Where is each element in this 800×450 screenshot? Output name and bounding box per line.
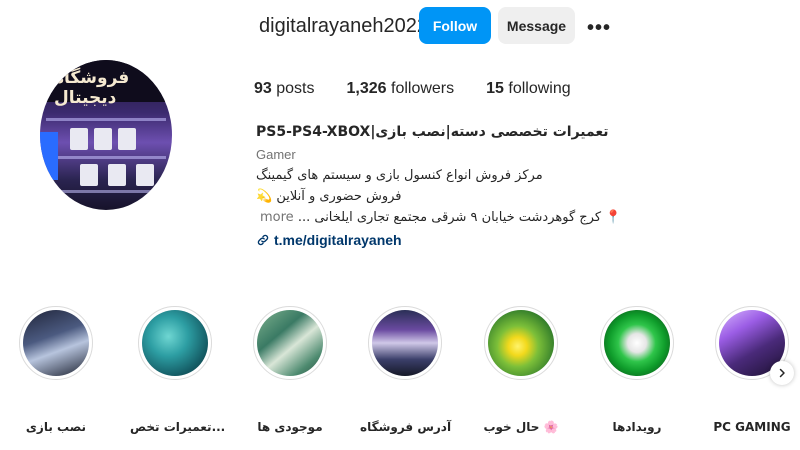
highlight-label: PC GAMING [713,420,791,434]
avatar-sign-text: فروشگاه دیجیتال [54,68,130,108]
bio-line: مرکز فروش انواع کنسول بازی و سیستم های گ… [256,168,543,183]
highlight-item[interactable]: موجودی ها [245,306,335,434]
bio-line-text: فروش حضوری و آنلاین [276,189,402,204]
posts-stat: 93 posts [254,80,315,98]
following-count: 15 [486,80,504,97]
posts-label: posts [276,80,315,97]
highlight-thumb [23,310,89,376]
avatar-console-box [136,164,154,186]
highlight-ring [368,306,442,380]
highlight-ring [600,306,674,380]
highlight-ring [253,306,327,380]
following-label: following [508,80,571,97]
highlight-label: رویدادها [612,420,662,434]
highlight-item[interactable]: حال خوب 🌸 [476,306,566,434]
message-button[interactable]: Message [498,7,575,44]
more-options-icon[interactable]: ••• [587,17,611,40]
bio-line: 📍 کرج گوهردشت خیابان ۹ شرقی مجتمع تجاری … [256,210,621,225]
highlight-label: تعمیرات تخص... [130,420,226,434]
bio-more-link[interactable]: more [260,210,294,225]
highlight-thumb [257,310,323,376]
highlights-next-button[interactable] [770,361,794,385]
bio-line: فروش حضوری و آنلاین 💫 [256,189,402,204]
followers-count: 1,326 [346,80,387,97]
highlight-label: حال خوب 🌸 [483,420,559,434]
highlight-label: موجودی ها [257,420,323,434]
followers-stat[interactable]: 1,326 followers [347,80,455,98]
avatar-shelf [46,118,166,121]
bio-line-text: کرج گوهردشت خیابان ۹ شرقی مجتمع تجاری ای… [297,210,602,225]
avatar-console-box [70,128,88,150]
profile-avatar[interactable]: فروشگاه دیجیتال [40,60,172,210]
highlight-item[interactable]: نصب بازی [11,306,101,434]
highlight-thumb [142,310,208,376]
story-highlights: نصب بازی تعمیرات تخص... موجودی ها آدرس ف… [0,306,800,446]
highlight-label: آدرس فروشگاه [360,420,452,434]
location-pin-icon: 📍 [605,210,622,225]
highlight-item[interactable]: آدرس فروشگاه [360,306,452,434]
link-icon [257,234,269,246]
bio-link[interactable]: t.me/digitalrayaneh [256,232,402,248]
follow-button[interactable]: Follow [419,7,491,44]
profile-stats: 93 posts 1,326 followers 15 following [254,80,603,98]
posts-count: 93 [254,80,272,97]
following-stat[interactable]: 15 following [486,80,571,98]
chevron-right-icon [779,368,785,378]
highlight-item[interactable]: رویدادها [592,306,682,434]
highlight-item[interactable]: تعمیرات تخص... [130,306,226,434]
avatar-console-box [94,128,112,150]
bio-name: تعمیرات تخصصی دسته|نصب بازی|PS5-PS4-XBOX [256,124,609,140]
highlight-ring [484,306,558,380]
highlight-ring [19,306,93,380]
sparkle-icon: 💫 [256,189,273,204]
highlight-label: نصب بازی [25,420,87,434]
avatar-console-box [108,164,126,186]
avatar-console-box [80,164,98,186]
highlight-thumb [372,310,438,376]
bio-link-text: t.me/digitalrayaneh [274,232,402,248]
avatar-console-box [118,128,136,150]
highlight-thumb [604,310,670,376]
profile-username: digitalrayaneh2022 [259,15,429,37]
highlight-ring [138,306,212,380]
highlight-thumb [488,310,554,376]
avatar-blue-light [40,132,58,180]
bio-category: Gamer [256,147,296,162]
avatar-shelf [46,190,166,193]
followers-label: followers [391,80,455,97]
avatar-shelf [46,156,166,159]
